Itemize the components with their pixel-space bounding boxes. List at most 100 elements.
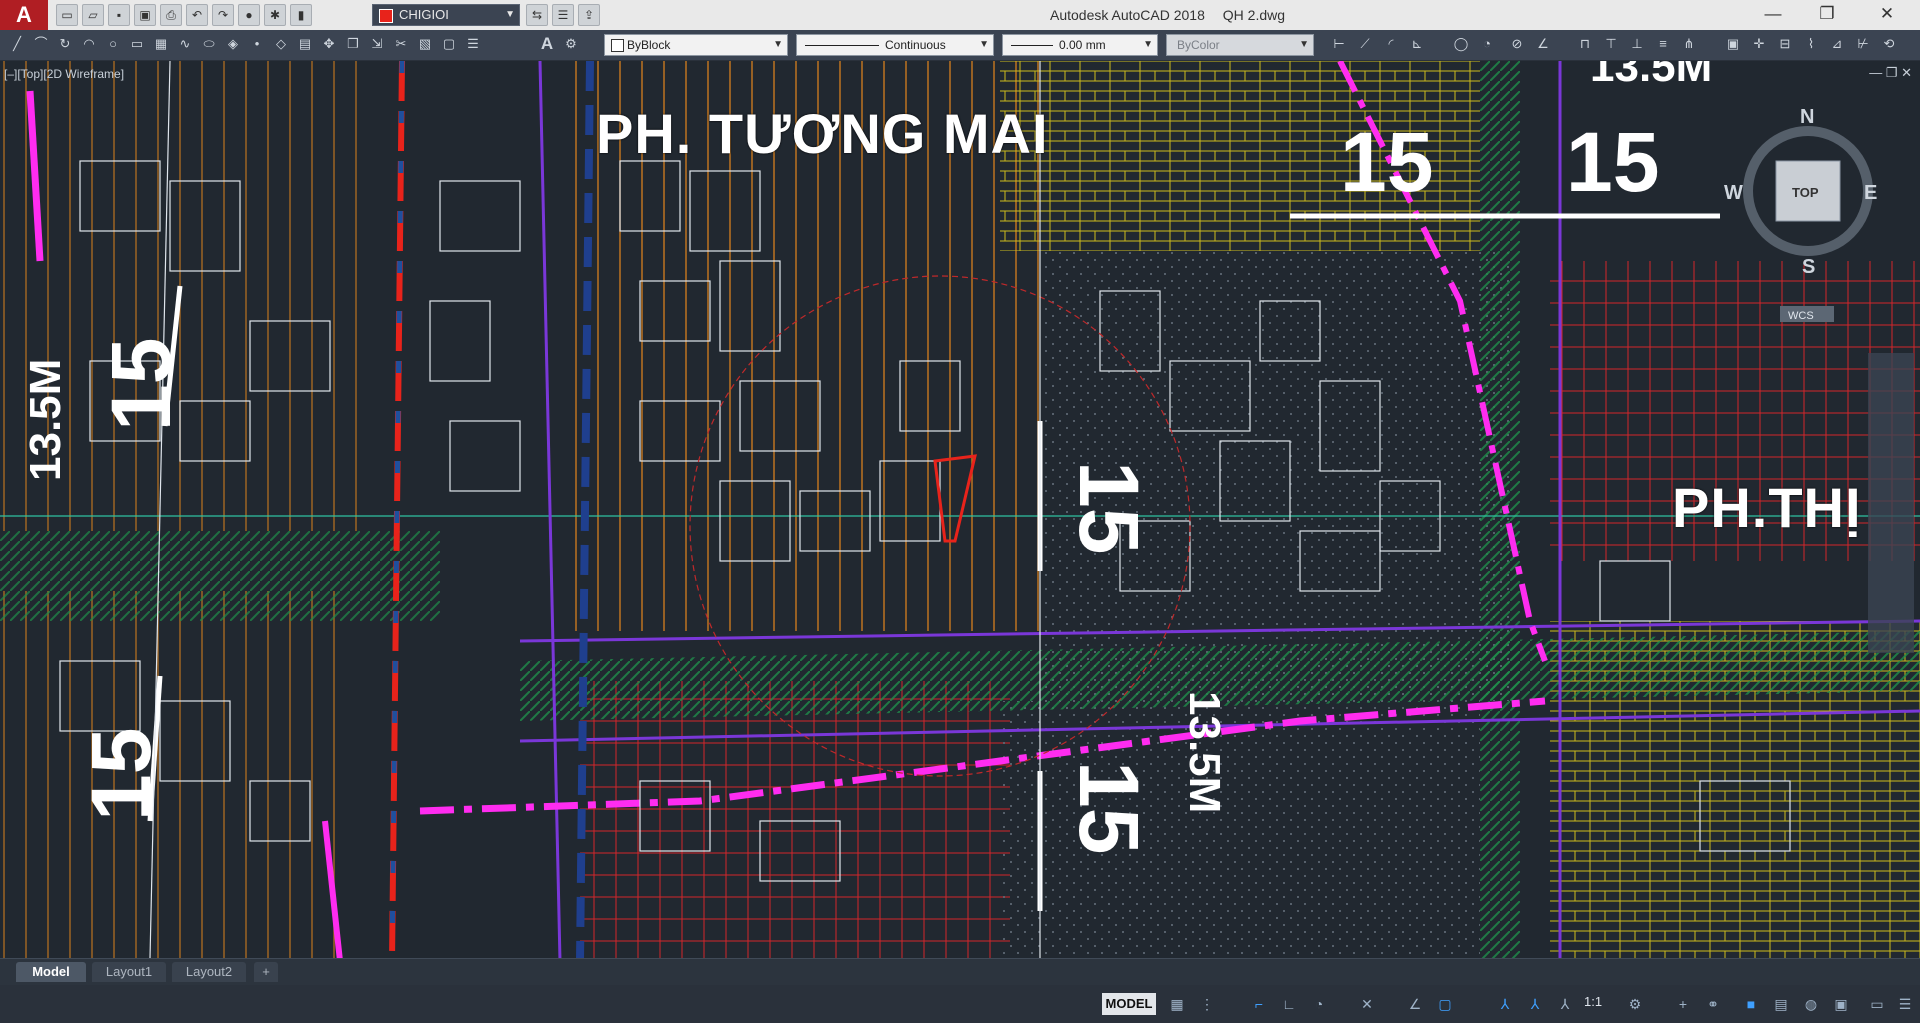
plotstyle-dropdown[interactable]: ByColor ▼ <box>1166 34 1314 56</box>
multiline-text-icon[interactable]: ☰ <box>464 35 482 53</box>
grid-icon[interactable]: ▦ <box>1166 994 1188 1014</box>
tab-layout1[interactable]: Layout1 <box>92 962 166 982</box>
polyline-icon[interactable]: ⌒ <box>32 35 50 53</box>
copy-icon[interactable]: ❐ <box>344 35 362 53</box>
share-icon[interactable]: ⇪ <box>578 4 600 26</box>
snap-icon[interactable]: ⋮ <box>1196 994 1218 1014</box>
gradient-icon[interactable]: ▧ <box>416 35 434 53</box>
hatch-icon[interactable]: ▦ <box>152 35 170 53</box>
arc-icon[interactable]: ◠ <box>80 35 98 53</box>
graphics-performance-icon[interactable]: ◍ <box>1800 994 1822 1014</box>
object-snap-tracking-icon[interactable]: ∠ <box>1404 994 1426 1014</box>
circle-icon[interactable]: ○ <box>104 35 122 53</box>
redo-icon[interactable]: ↷ <box>212 4 234 26</box>
spline-icon[interactable]: ∿ <box>176 35 194 53</box>
save-icon[interactable]: ▪ <box>108 4 130 26</box>
plot-icon[interactable]: ⎙ <box>160 4 182 26</box>
lineweight-dropdown[interactable]: 0.00 mm ▼ <box>1002 34 1158 56</box>
dimension-arc-icon[interactable]: ◜ <box>1382 35 1400 53</box>
dimension-diameter-icon[interactable]: ⊘ <box>1508 35 1526 53</box>
dimension-linear-icon[interactable]: ⊢ <box>1330 35 1348 53</box>
fullscreen-icon[interactable]: ▭ <box>1866 994 1888 1014</box>
continue-icon[interactable]: ⊥ <box>1628 35 1646 53</box>
dimension-ordinate-icon[interactable]: ⊾ <box>1408 35 1426 53</box>
tolerance-icon[interactable]: ▣ <box>1724 35 1742 53</box>
object-snap-icon[interactable]: ▢ <box>1434 994 1456 1014</box>
move-icon[interactable]: ✥ <box>320 35 338 53</box>
lock-icon[interactable]: ▮ <box>290 4 312 26</box>
jogged-linear-icon[interactable]: ⌇ <box>1802 35 1820 53</box>
dimension-radius-icon[interactable]: ◯ <box>1452 35 1470 53</box>
color-dropdown[interactable]: ByBlock ▼ <box>604 34 788 56</box>
dimension-update-icon[interactable]: ⟲ <box>1880 35 1898 53</box>
layer-previous-icon[interactable]: ⇆ <box>526 4 548 26</box>
insert-block-icon[interactable]: ◈ <box>224 35 242 53</box>
wcs-label[interactable]: WCS <box>1788 310 1814 322</box>
baseline-icon[interactable]: ⊤ <box>1602 35 1620 53</box>
rectangle-icon[interactable]: ▭ <box>128 35 146 53</box>
dimension-edit-icon[interactable]: ⊿ <box>1828 35 1846 53</box>
new-icon[interactable]: ▭ <box>56 4 78 26</box>
layer-states-icon[interactable]: ☰ <box>552 4 574 26</box>
isometric-icon[interactable]: ✕ <box>1356 994 1378 1014</box>
tab-layout2[interactable]: Layout2 <box>172 962 246 982</box>
quick-dimension-icon[interactable]: ⊓ <box>1576 35 1594 53</box>
dimension-angular-icon[interactable]: ∠ <box>1534 35 1552 53</box>
linetype-dropdown[interactable]: Continuous ▼ <box>796 34 994 56</box>
customization-icon[interactable]: ☰ <box>1894 994 1916 1014</box>
center-mark-icon[interactable]: ✛ <box>1750 35 1768 53</box>
line-icon[interactable]: ╱ <box>8 35 26 53</box>
rotate-icon[interactable]: ↻ <box>56 35 74 53</box>
viewport-window-controls[interactable]: — ❐ ✕ <box>1869 65 1912 81</box>
annotation-scale-icon[interactable]: ⅄ <box>1554 994 1576 1014</box>
close-button[interactable]: ✕ <box>1872 4 1902 24</box>
dimension-text-edit-icon[interactable]: ⊬ <box>1854 35 1872 53</box>
navigation-bar[interactable] <box>1868 353 1914 653</box>
sun-icon[interactable]: ✱ <box>264 4 286 26</box>
ortho-icon[interactable]: ∟ <box>1278 994 1300 1014</box>
clean-screen-icon[interactable]: ▣ <box>1830 994 1852 1014</box>
ellipse-icon[interactable]: ⬭ <box>200 35 218 53</box>
viewcube-top-label[interactable]: TOP <box>1792 185 1819 200</box>
point-icon[interactable]: • <box>248 35 266 53</box>
dimension-space-icon[interactable]: ≡ <box>1654 35 1672 53</box>
minimize-button[interactable]: — <box>1758 4 1788 24</box>
isolate-objects-icon[interactable]: ⚭ <box>1702 994 1724 1014</box>
infer-constraints-icon[interactable]: ⌐ <box>1248 994 1270 1014</box>
workspace-gear-icon[interactable]: ⚙ <box>1624 994 1646 1014</box>
lightbulb-icon[interactable]: ● <box>238 4 260 26</box>
layer-dropdown[interactable]: CHIGIOI ▼ <box>372 4 520 26</box>
inspection-icon[interactable]: ⊟ <box>1776 35 1794 53</box>
block-editor-icon[interactable]: ▢ <box>440 35 458 53</box>
dimension-aligned-icon[interactable]: ⟋ <box>1356 35 1374 53</box>
layer-name: CHIGIOI <box>399 7 449 22</box>
open-icon[interactable]: ▱ <box>82 4 104 26</box>
quick-properties-icon[interactable]: ▤ <box>1770 994 1792 1014</box>
annotation-visibility-icon[interactable]: ⅄ <box>1494 994 1516 1014</box>
add-icon[interactable]: + <box>1672 994 1694 1014</box>
attribute-icon[interactable]: ⚙ <box>562 35 580 53</box>
viewport-controls[interactable]: [–][Top][2D Wireframe] <box>4 67 124 81</box>
trim-icon[interactable]: ✂ <box>392 35 410 53</box>
table-icon[interactable]: ▤ <box>296 35 314 53</box>
region-icon[interactable]: ◇ <box>272 35 290 53</box>
restore-button[interactable]: ❐ <box>1812 4 1842 24</box>
undo-icon[interactable]: ↶ <box>186 4 208 26</box>
model-space-button[interactable]: MODEL <box>1102 993 1156 1015</box>
scale-value[interactable]: 1:1 <box>1584 994 1602 1009</box>
road-width-label: 15 <box>1566 115 1659 209</box>
polar-tracking-icon[interactable]: ◔ <box>1308 994 1330 1014</box>
add-layout-button[interactable]: + <box>254 962 278 982</box>
drawing-canvas[interactable]: N S E W TOP WCS 15 15 15 15 15 15 13.5M … <box>0 61 1920 958</box>
tab-model[interactable]: Model <box>16 962 86 982</box>
autocad-logo-icon[interactable]: A <box>0 0 48 30</box>
text-icon[interactable]: A <box>538 35 556 53</box>
stretch-icon[interactable]: ⇲ <box>368 35 386 53</box>
saveas-icon[interactable]: ▣ <box>134 4 156 26</box>
hardware-acceleration-icon[interactable]: ■ <box>1740 994 1762 1014</box>
ward-label: PH. TƯƠNG MAI <box>596 102 1049 165</box>
red-grid-zone <box>580 681 1010 958</box>
auto-scale-icon[interactable]: ⅄ <box>1524 994 1546 1014</box>
dimension-jogged-icon[interactable]: ◔ <box>1478 35 1496 53</box>
dimension-break-icon[interactable]: ⋔ <box>1680 35 1698 53</box>
